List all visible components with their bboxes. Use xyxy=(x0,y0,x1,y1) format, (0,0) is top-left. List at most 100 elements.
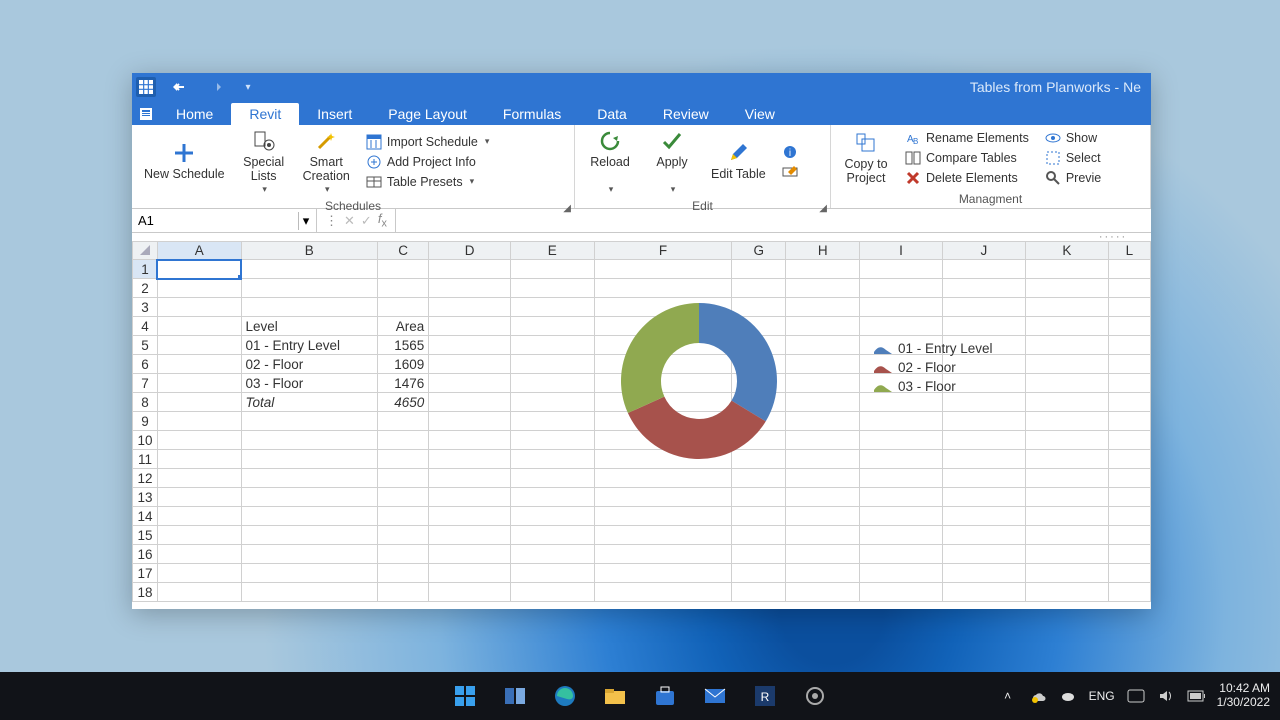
cell-E15[interactable] xyxy=(510,526,594,545)
cell-A7[interactable] xyxy=(157,374,241,393)
cell-J18[interactable] xyxy=(942,583,1025,602)
cell-B12[interactable] xyxy=(241,469,378,488)
cell-B18[interactable] xyxy=(241,583,378,602)
cell-D3[interactable] xyxy=(429,298,511,317)
explorer-icon[interactable] xyxy=(602,683,628,709)
cell-B11[interactable] xyxy=(241,450,378,469)
revit-app-icon[interactable]: R xyxy=(752,683,778,709)
name-box[interactable]: A1 ▾ xyxy=(132,209,317,232)
reload-button[interactable]: Reload▾ xyxy=(581,127,639,196)
cell-H16[interactable] xyxy=(786,545,860,564)
cell-A9[interactable] xyxy=(157,412,241,431)
undo-icon[interactable] xyxy=(170,77,190,97)
special-lists-button[interactable]: Special Lists▾ xyxy=(235,127,293,196)
redo-icon[interactable] xyxy=(204,77,224,97)
cell-B1[interactable] xyxy=(241,260,378,279)
cell-C18[interactable] xyxy=(378,583,429,602)
mail-icon[interactable] xyxy=(702,683,728,709)
cell-E6[interactable] xyxy=(510,355,594,374)
cell-K10[interactable] xyxy=(1026,431,1109,450)
cell-J16[interactable] xyxy=(942,545,1025,564)
chevron-up-icon[interactable]: ˄ xyxy=(999,687,1017,705)
cell-L1[interactable] xyxy=(1108,260,1150,279)
cell-K3[interactable] xyxy=(1026,298,1109,317)
cell-L2[interactable] xyxy=(1108,279,1150,298)
taskbar[interactable]: R ˄ ENG 10:42 AM 1/30/2022 xyxy=(0,672,1280,720)
cell-L15[interactable] xyxy=(1108,526,1150,545)
taskview-icon[interactable] xyxy=(502,683,528,709)
formula-bar-expand-icon[interactable]: ····· xyxy=(1093,233,1133,241)
col-header-L[interactable]: L xyxy=(1108,242,1150,260)
row-header-17[interactable]: 17 xyxy=(133,564,158,583)
cell-A17[interactable] xyxy=(157,564,241,583)
cell-L13[interactable] xyxy=(1108,488,1150,507)
edge-icon[interactable] xyxy=(552,683,578,709)
cell-K6[interactable] xyxy=(1026,355,1109,374)
cell-I1[interactable] xyxy=(860,260,942,279)
edit-info-button[interactable]: i xyxy=(780,143,800,161)
start-icon[interactable] xyxy=(452,683,478,709)
cell-C17[interactable] xyxy=(378,564,429,583)
donut-chart[interactable]: 01 - Entry Level02 - Floor03 - Floor xyxy=(584,291,1004,491)
show-button[interactable]: Show xyxy=(1043,129,1103,147)
cell-G1[interactable] xyxy=(732,260,786,279)
cell-B8[interactable]: Total xyxy=(241,393,378,412)
store-icon[interactable] xyxy=(652,683,678,709)
cell-F1[interactable] xyxy=(594,260,732,279)
cell-J14[interactable] xyxy=(942,507,1025,526)
qat-customize-icon[interactable]: ▾ xyxy=(238,77,258,97)
cell-E7[interactable] xyxy=(510,374,594,393)
col-header-J[interactable]: J xyxy=(942,242,1025,260)
cell-D14[interactable] xyxy=(429,507,511,526)
cell-A4[interactable] xyxy=(157,317,241,336)
import-schedule-button[interactable]: Import Schedule▾ xyxy=(364,133,492,151)
col-header-K[interactable]: K xyxy=(1026,242,1109,260)
cell-D10[interactable] xyxy=(429,431,511,450)
cell-D8[interactable] xyxy=(429,393,511,412)
add-project-info-button[interactable]: Add Project Info xyxy=(364,153,492,171)
cell-K12[interactable] xyxy=(1026,469,1109,488)
cell-E1[interactable] xyxy=(510,260,594,279)
cell-C15[interactable] xyxy=(378,526,429,545)
cell-E18[interactable] xyxy=(510,583,594,602)
taskbar-clock[interactable]: 10:42 AM 1/30/2022 xyxy=(1217,682,1270,710)
col-header-A[interactable]: A xyxy=(157,242,241,260)
col-header-H[interactable]: H xyxy=(786,242,860,260)
row-header-11[interactable]: 11 xyxy=(133,450,158,469)
row-header-18[interactable]: 18 xyxy=(133,583,158,602)
settings-icon[interactable] xyxy=(802,683,828,709)
cell-I14[interactable] xyxy=(860,507,942,526)
cell-K16[interactable] xyxy=(1026,545,1109,564)
cell-I17[interactable] xyxy=(860,564,942,583)
table-presets-button[interactable]: Table Presets▾ xyxy=(364,173,492,191)
cell-B9[interactable] xyxy=(241,412,378,431)
cell-D1[interactable] xyxy=(429,260,511,279)
tab-formulas[interactable]: Formulas xyxy=(485,103,579,125)
cell-L14[interactable] xyxy=(1108,507,1150,526)
cell-L18[interactable] xyxy=(1108,583,1150,602)
cell-B16[interactable] xyxy=(241,545,378,564)
cell-A2[interactable] xyxy=(157,279,241,298)
cell-F16[interactable] xyxy=(594,545,732,564)
spreadsheet-grid[interactable]: ····· ABCDEFGHIJKL1234LevelArea501 - Ent… xyxy=(132,233,1151,609)
row-header-12[interactable]: 12 xyxy=(133,469,158,488)
cell-A5[interactable] xyxy=(157,336,241,355)
cell-C12[interactable] xyxy=(378,469,429,488)
cell-A11[interactable] xyxy=(157,450,241,469)
cell-C14[interactable] xyxy=(378,507,429,526)
cell-L6[interactable] xyxy=(1108,355,1150,374)
row-header-1[interactable]: 1 xyxy=(133,260,158,279)
cell-D9[interactable] xyxy=(429,412,511,431)
cell-J17[interactable] xyxy=(942,564,1025,583)
row-header-5[interactable]: 5 xyxy=(133,336,158,355)
smart-creation-button[interactable]: Smart Creation▾ xyxy=(297,127,356,196)
tab-revit[interactable]: Revit xyxy=(231,103,299,125)
cell-C6[interactable]: 1609 xyxy=(378,355,429,374)
row-header-16[interactable]: 16 xyxy=(133,545,158,564)
cell-E8[interactable] xyxy=(510,393,594,412)
cell-K13[interactable] xyxy=(1026,488,1109,507)
cell-E13[interactable] xyxy=(510,488,594,507)
cell-G16[interactable] xyxy=(732,545,786,564)
weather-icon[interactable] xyxy=(1059,687,1077,705)
cell-B15[interactable] xyxy=(241,526,378,545)
